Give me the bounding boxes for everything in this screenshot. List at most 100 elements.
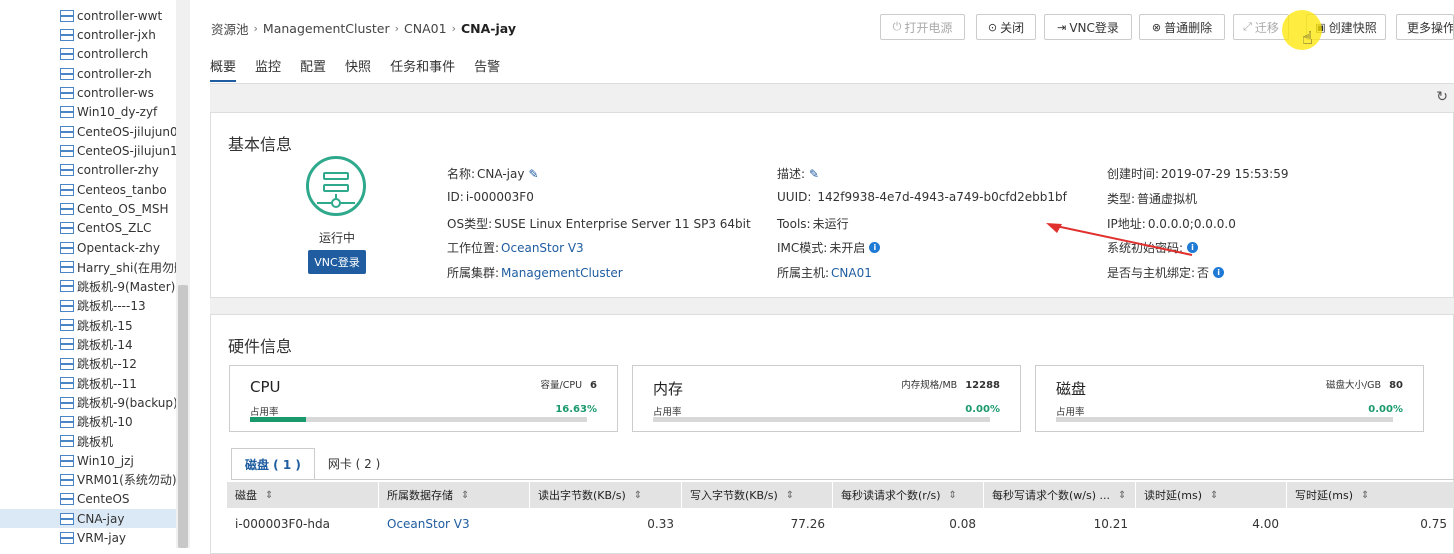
sort-icon[interactable]: ⇕ [461, 490, 469, 501]
shutdown-icon: ⊙ [987, 20, 998, 34]
host-link[interactable]: CNA01 [831, 266, 872, 280]
sort-icon[interactable]: ⇕ [634, 490, 642, 501]
sidebar-vm-item[interactable]: controller-zh [60, 64, 178, 83]
tab-snapshot[interactable]: 快照 [345, 56, 371, 82]
breadcrumb-item-cluster[interactable]: ManagementCluster [263, 21, 390, 36]
sidebar-vm-item[interactable]: Win10_dy-zyf [60, 103, 178, 122]
sidebar-vm-item[interactable]: Harry_shi(在用勿删 [60, 258, 178, 277]
column-header[interactable]: 写入字节数(KB/s) ⇕ [682, 482, 833, 508]
uuid-field: UUID: 142f9938-4e7d-4943-a749-b0cfd2ebb1b… [777, 190, 1067, 204]
vm-icon [60, 396, 74, 409]
sidebar-vm-item[interactable]: CNA-jay [0, 509, 176, 529]
cluster-field: 所属集群: ManagementCluster [447, 265, 623, 281]
vnc-login-small-button[interactable]: VNC登录 [308, 250, 366, 274]
sidebar-vm-item[interactable]: 跳板机--11 [60, 374, 178, 393]
usage-label: 占用率 [1056, 407, 1085, 418]
column-header[interactable]: 读时延(ms) ⇕ [1136, 482, 1287, 508]
datastore-link[interactable]: OceanStor V3 [387, 517, 470, 531]
edit-name-icon[interactable]: ✎ [528, 167, 538, 181]
sidebar-vm-item[interactable]: 跳板机-9(Master) [60, 277, 178, 296]
scrollbar-thumb[interactable] [178, 285, 188, 548]
vnc-login-button[interactable]: ⇥ VNC登录 [1044, 14, 1132, 40]
location-link[interactable]: OceanStor V3 [501, 241, 584, 255]
sidebar-vm-item[interactable]: 跳板机--12 [60, 354, 178, 373]
sidebar-vm-item[interactable]: CenteOS-jilujun1 [60, 141, 178, 160]
tab-disks[interactable]: 磁盘 ( 1 ) [231, 448, 315, 480]
vm-icon [60, 125, 74, 138]
sidebar-vm-item[interactable]: controller-ws [60, 83, 178, 102]
sidebar-vm-item[interactable]: Cento_OS_MSH [60, 200, 178, 219]
column-header[interactable]: 每秒读请求个数(r/s) ⇕ [833, 482, 984, 508]
column-header[interactable]: 磁盘 ⇕ [227, 482, 379, 508]
tab-monitor[interactable]: 监控 [255, 56, 281, 82]
tab-config[interactable]: 配置 [300, 56, 326, 82]
sidebar-vm-item[interactable]: VRM01(系统勿动) [60, 470, 178, 489]
vm-icon [60, 435, 74, 448]
shutdown-button[interactable]: ⊙ 关闭 [976, 14, 1036, 40]
table-cell: 0.33 [647, 517, 674, 531]
sidebar-scrollbar[interactable] [176, 0, 190, 548]
sidebar-vm-item[interactable]: 跳板机-15 [60, 316, 178, 335]
sidebar-vm-label: 跳板机 [77, 434, 114, 449]
usage-label: 占用率 [653, 407, 682, 418]
sidebar-vm-item[interactable]: 跳板机-10 [60, 412, 178, 431]
vm-icon [60, 512, 74, 525]
sidebar-vm-item[interactable]: controller-wwt [60, 6, 178, 25]
tab-alarms[interactable]: 告警 [474, 56, 500, 82]
sort-icon[interactable]: ⇕ [786, 490, 794, 501]
subtab-divider [231, 479, 1454, 480]
sidebar-vm-item[interactable]: Centeos_tanbo [60, 180, 178, 199]
os-type-field: OS类型: SUSE Linux Enterprise Server 11 SP3… [447, 216, 751, 232]
column-header[interactable]: 所属数据存储 ⇕ [379, 482, 530, 508]
column-header[interactable]: 写时延(ms) ⇕ [1287, 482, 1454, 508]
more-actions-button[interactable]: 更多操作 [1396, 14, 1454, 40]
created-time-field: 创建时间: 2019-07-29 15:53:59 [1107, 166, 1289, 182]
breadcrumb-item-resource-pool[interactable]: 资源池 [211, 19, 249, 38]
sidebar-vm-label: Cento_OS_MSH [77, 202, 169, 216]
sidebar-vm-item[interactable]: Opentack-zhy [60, 238, 178, 257]
sort-icon[interactable]: ⇕ [1118, 490, 1126, 501]
column-header[interactable]: 读出字节数(KB/s) ⇕ [530, 482, 682, 508]
detail-tabs: 概要 监控 配置 快照 任务和事件 告警 [210, 56, 519, 82]
delete-button[interactable]: ⊗ 普通删除 [1139, 14, 1225, 40]
tab-tasks-events[interactable]: 任务和事件 [390, 56, 455, 82]
disk-table-header: 磁盘 ⇕ 所属数据存储 ⇕ 读出字节数(KB/s) ⇕ 写入字节数(KB/s) ⇕ 每秒读请求个… [227, 482, 1454, 508]
card-name: 内存 [653, 380, 684, 398]
refresh-icon[interactable]: ↻ [1436, 89, 1448, 105]
sidebar-vm-label: controller-zhy [77, 163, 159, 178]
sidebar-vm-item[interactable]: controllerch [60, 45, 178, 64]
sort-icon[interactable]: ⇕ [265, 490, 273, 501]
sidebar-vm-item[interactable]: CentOS_ZLC [60, 219, 178, 238]
column-header[interactable]: 每秒写请求个数(w/s) ... ⇕ [984, 482, 1136, 508]
sidebar-vm-item[interactable]: 跳板机-14 [60, 335, 178, 354]
table-row[interactable]: i-000003F0-hda OceanStor V3 0.33 77.26 0.08 1… [227, 508, 1454, 540]
sidebar-vm-item[interactable]: Win10_jzj [60, 451, 178, 470]
cluster-link[interactable]: ManagementCluster [501, 266, 623, 280]
sidebar-vm-label: CNA-jay [77, 511, 125, 526]
sidebar-vm-item[interactable]: CenteOS-jilujun0 [60, 122, 178, 141]
sidebar-vm-item[interactable]: controller-jxh [60, 25, 178, 44]
sidebar-vm-label: CentOS_ZLC [77, 221, 152, 236]
info-icon[interactable]: i [1213, 267, 1225, 278]
sidebar-vm-item[interactable]: 跳板机-9(backup) [60, 393, 178, 412]
sidebar-vm-item[interactable]: 跳板机----13 [60, 296, 178, 315]
migrate-button[interactable]: ⤢ 迁移 [1233, 14, 1289, 40]
sidebar-vm-label: controller-ws [77, 85, 154, 100]
tab-summary[interactable]: 概要 [210, 56, 237, 82]
breadcrumb-item-host[interactable]: CNA01 [404, 21, 447, 36]
tab-nics[interactable]: 网卡 ( 2 ) [315, 448, 393, 480]
sidebar-vm-item[interactable]: VRM-jay [60, 528, 178, 547]
sort-icon[interactable]: ⇕ [1210, 490, 1218, 501]
sort-icon[interactable]: ⇕ [949, 490, 957, 501]
power-on-button[interactable]: ⏻ 打开电源 [880, 14, 965, 40]
description-field: 描述: ✎ [777, 166, 820, 182]
sort-icon[interactable]: ⇕ [1361, 490, 1369, 501]
info-icon[interactable]: i [869, 242, 881, 253]
sidebar-vm-item[interactable]: CenteOS [60, 490, 178, 509]
edit-description-icon[interactable]: ✎ [809, 167, 819, 181]
sidebar-vm-label: 跳板机-9(Master) [77, 279, 176, 294]
vm-icon [306, 156, 366, 216]
sidebar-vm-label: 跳板机-9(backup) [77, 396, 178, 410]
sidebar-vm-item[interactable]: 跳板机 [60, 432, 178, 451]
sidebar-vm-item[interactable]: controller-zhy [60, 161, 178, 180]
